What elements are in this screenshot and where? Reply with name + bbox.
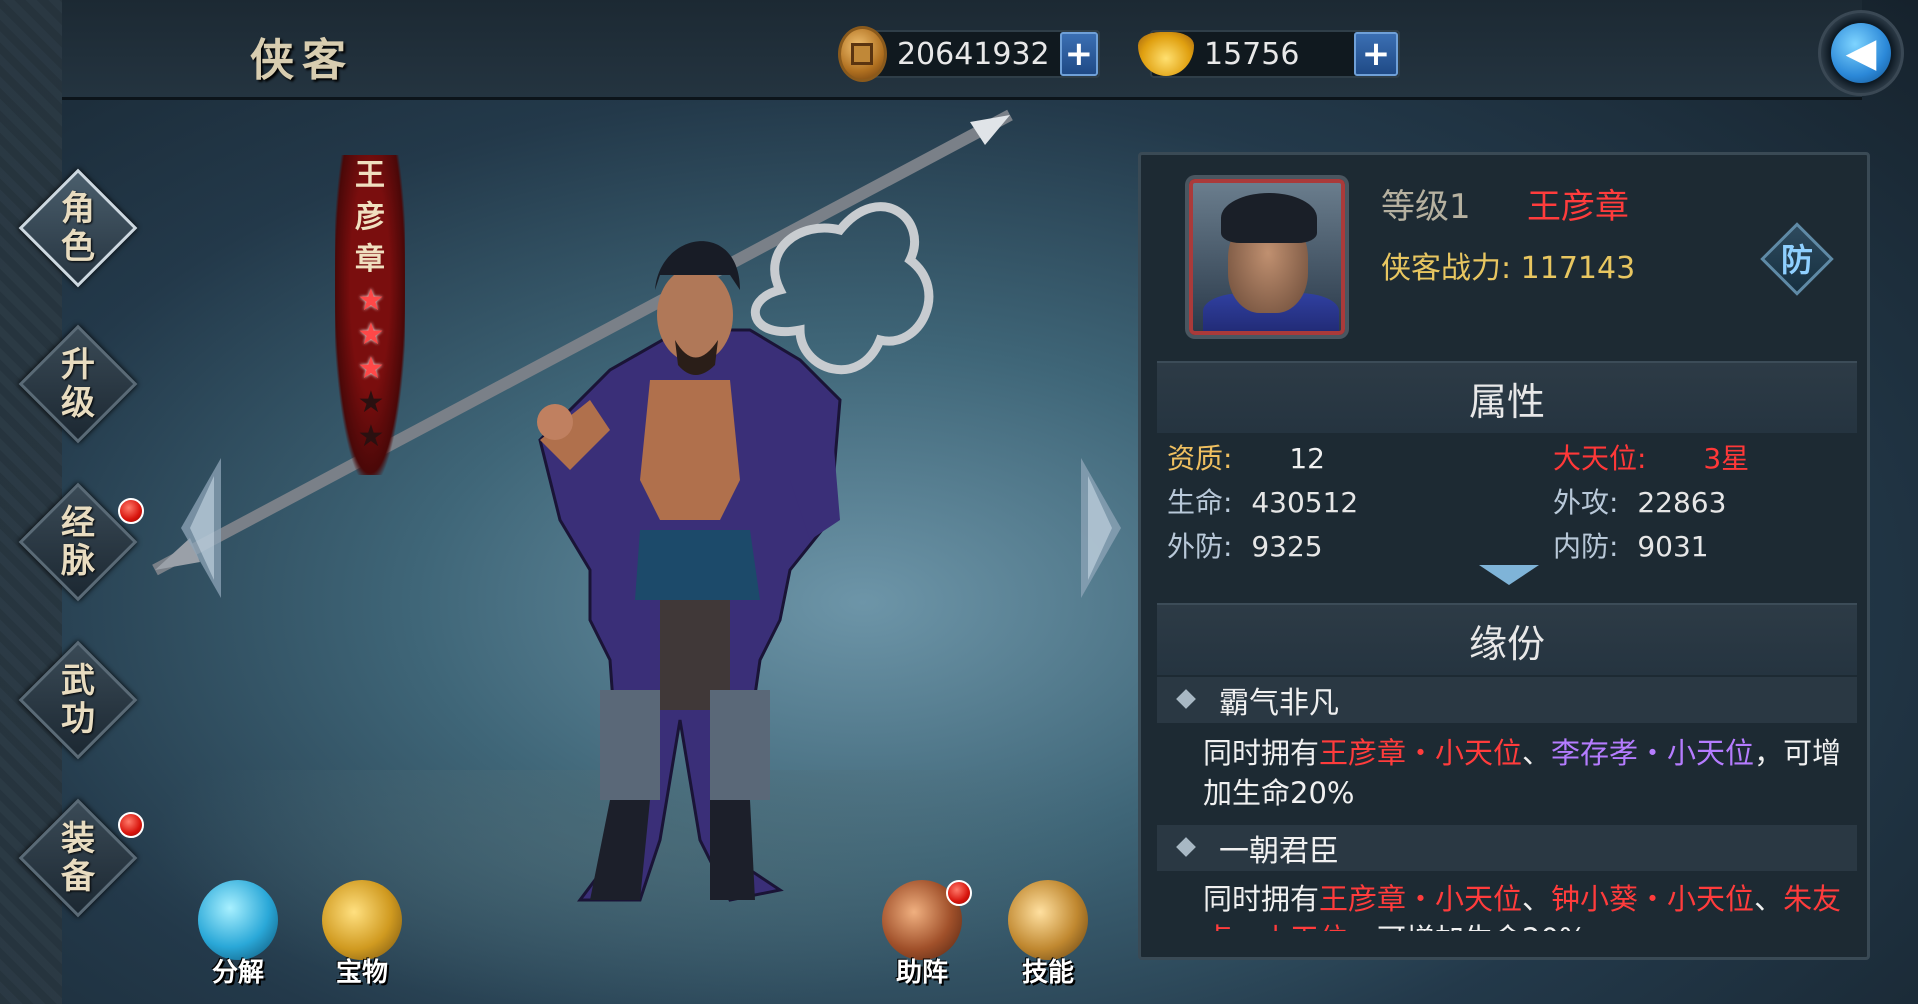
hero-banner-name: 王 彦 章 (355, 158, 385, 277)
treasure-button[interactable]: 宝物 (312, 880, 412, 990)
attr-quality: 资质: 12 (1167, 437, 1325, 477)
next-hero-button[interactable] (1076, 458, 1126, 598)
assist-label: 助阵 (895, 958, 948, 988)
fate-desc-text: 同时拥有 (1203, 736, 1320, 770)
hero-figure[interactable] (140, 100, 1120, 920)
coin-counter: 20641932 + (838, 26, 1100, 82)
hero-level: 等级1 (1381, 187, 1471, 227)
diamond-bullet-icon (1176, 837, 1196, 857)
scroll-book-icon (1008, 880, 1088, 960)
attr-outer-defense: 外防: 9325 (1167, 525, 1323, 565)
fate-description: 同时拥有王彦章・小天位、钟小葵・小天位、朱友贞・小天位，可增加生命20% (1203, 879, 1843, 931)
star-icon-empty: ★ (357, 385, 385, 420)
fate-hero-ref: 钟小葵・小天位 (1551, 882, 1755, 916)
back-button[interactable]: ◀ (1818, 10, 1904, 96)
star-icon-filled: ★ (357, 283, 385, 318)
attr-value: 9325 (1251, 530, 1323, 563)
prev-hero-button[interactable] (176, 458, 226, 598)
nav-martial-arts-label: 武 功 (61, 661, 95, 739)
star-icon-filled: ★ (357, 317, 385, 352)
fate-desc-text: ，可增加生命20% (1348, 922, 1586, 931)
power-label: 侠客战力: (1381, 251, 1512, 286)
fate-hero-ref: 王彦章・小天位 (1319, 736, 1523, 770)
chevron-left-icon (181, 458, 221, 598)
ingot-counter: 15756 + (1138, 30, 1400, 78)
attr-value: 430512 (1251, 486, 1359, 519)
attr-rank: 大天位: 3星 (1553, 437, 1749, 477)
attr-value: 9031 (1637, 530, 1709, 563)
hero-name: 王彦章 (1527, 187, 1629, 227)
attr-key: 资质: (1167, 442, 1233, 475)
coin-icon (838, 26, 887, 82)
add-ingots-button[interactable]: + (1354, 32, 1398, 76)
ingot-value: 15756 (1204, 36, 1300, 72)
add-coins-button[interactable]: + (1059, 32, 1098, 76)
skills-label: 技能 (1021, 958, 1074, 988)
star-icon-filled: ★ (357, 351, 385, 386)
fate-item-title: 霸气非凡 (1157, 677, 1857, 723)
hero-portrait (1189, 179, 1345, 335)
expand-attributes-caret-icon[interactable] (1479, 565, 1539, 585)
game-screen: 侠客 20641932 + 15756 + ◀ 角 色 升 级 经 脉 武 功 … (0, 0, 1918, 1004)
hero-name-banner: 王 彦 章 ★ ★ ★ ★ ★ (335, 155, 405, 475)
attr-inner-defense: 内防: 9031 (1553, 525, 1709, 565)
fate-desc-text: 、 (1522, 882, 1552, 916)
nav-upgrade[interactable]: 升 级 (18, 324, 138, 444)
attr-key: 生命: (1167, 486, 1233, 519)
assist-button[interactable]: 助阵 (872, 880, 972, 990)
attr-key: 外防: (1167, 530, 1233, 563)
defense-role-label: 防 (1780, 241, 1813, 279)
nav-role[interactable]: 角 色 (18, 168, 138, 288)
notification-dot (946, 880, 972, 906)
nav-role-label: 角 色 (61, 189, 95, 267)
crystal-icon (198, 880, 278, 960)
nav-martial-arts[interactable]: 武 功 (18, 640, 138, 760)
page-title: 侠客 (250, 35, 354, 86)
attr-outer-attack: 外攻: 22863 (1553, 481, 1726, 521)
fate-desc-text: 、 (1754, 882, 1784, 916)
star-icon-empty: ★ (357, 419, 385, 454)
coin-value: 20641932 (896, 36, 1050, 72)
hero-power: 侠客战力: 117143 (1381, 243, 1635, 287)
spear-tip (970, 115, 1010, 145)
skills-button[interactable]: 技能 (998, 880, 1098, 990)
fate-desc-text: 同时拥有 (1203, 882, 1320, 916)
decompose-label: 分解 (211, 958, 264, 988)
defense-role-badge[interactable]: 防 (1759, 221, 1835, 297)
attr-value: 12 (1289, 442, 1325, 475)
treasure-label: 宝物 (335, 958, 388, 988)
attributes-header: 属性 (1157, 361, 1857, 433)
decompose-button[interactable]: 分解 (188, 880, 288, 990)
fate-description: 同时拥有王彦章・小天位、李存孝・小天位，可增加生命20% (1203, 733, 1843, 813)
nav-meridian[interactable]: 经 脉 (18, 482, 144, 602)
fate-hero-ref: 王彦章・小天位 (1319, 882, 1523, 916)
attr-key: 外攻: (1553, 486, 1619, 519)
nav-upgrade-label: 升 级 (61, 345, 95, 423)
attr-hp: 生命: 430512 (1167, 481, 1358, 521)
fate-hero-ref: 李存孝・小天位 (1551, 736, 1755, 770)
diamond-bullet-icon (1176, 689, 1196, 709)
chevron-right-icon (1081, 458, 1121, 598)
nav-equipment[interactable]: 装 备 (18, 798, 144, 918)
back-arrow-icon: ◀ (1831, 23, 1891, 83)
hero-info-panel: 等级1 王彦章 侠客战力: 117143 防 属性 资质: 12 大天位: 3星… (1138, 152, 1870, 960)
fate-desc-text: 、 (1522, 736, 1552, 770)
power-value: 117143 (1520, 251, 1636, 286)
fate-item-title: 一朝君臣 (1157, 825, 1857, 871)
attr-key: 内防: (1553, 530, 1619, 563)
attr-value: 22863 (1637, 486, 1727, 519)
fate-header: 缘份 (1157, 603, 1857, 675)
gourd-icon (322, 880, 402, 960)
attr-value: 3星 (1703, 442, 1750, 475)
fate-name: 霸气非凡 (1219, 686, 1339, 721)
portrait-hair (1221, 193, 1317, 243)
attr-key: 大天位: (1553, 442, 1647, 475)
fate-name: 一朝君臣 (1219, 834, 1339, 869)
